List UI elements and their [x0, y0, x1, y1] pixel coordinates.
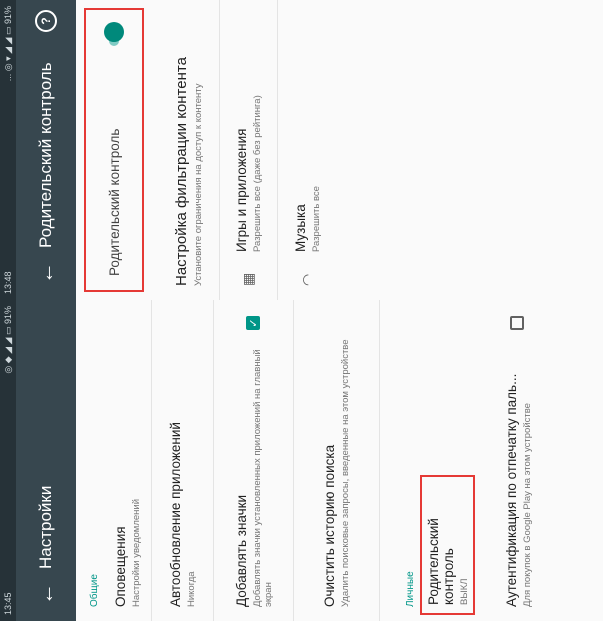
status-time: 13:45: [3, 592, 13, 615]
list-item-subtitle: ВЫКЛ: [458, 578, 470, 605]
content-filter-row[interactable]: Настройка фильтрации контента Установите…: [158, 0, 220, 300]
page-title: Родительский контроль: [36, 62, 55, 248]
list-item-subtitle: Для покупок в Google Play на этом устрой…: [521, 403, 533, 607]
parental-control-toggle-row[interactable]: Родительский контроль: [84, 8, 144, 292]
back-arrow-icon[interactable]: ←: [33, 256, 59, 290]
list-item-subtitle: Удалить поисковые запросы, введенные на …: [340, 339, 351, 607]
section-header-general: Общие: [89, 574, 100, 607]
android-icon: ▦: [240, 272, 256, 286]
settings-screen: 13:45 ◎ ◆ ◢ ◢ ▭ 91% ← Настройки Общие Оп…: [0, 300, 603, 621]
list-item-title: Настройка фильтрации контента: [173, 57, 190, 286]
parental-control-screen: 13:48 ... ◎ ▾ ◢ ◢ ▭ 91% ← Родительский к…: [0, 0, 603, 300]
list-item-title: Игры и приложения: [234, 128, 249, 252]
parental-control-row[interactable]: Родительский контроль ВЫКЛ: [420, 475, 475, 615]
list-item-subtitle: Настройки уведомлений: [131, 498, 142, 607]
clear-history-row[interactable]: Очистить историю поиска Удалить поисковы…: [294, 300, 380, 621]
list-item-title: Оповещения: [113, 526, 128, 607]
list-item-text: Музыка Разрешить все: [293, 186, 322, 252]
status-icons: ◎ ◆ ◢ ◢ ▭ 91%: [2, 306, 13, 374]
apps-games-row[interactable]: ▦ Игры и приложения Разрешить все (даже …: [220, 0, 278, 300]
back-arrow-icon[interactable]: ←: [33, 577, 59, 611]
status-bar: 13:48 ... ◎ ▾ ◢ ◢ ▭ 91%: [0, 0, 16, 300]
list-item-title: Музыка: [292, 204, 308, 252]
list-item-text: Игры и приложения Разрешить все (даже бе…: [234, 95, 263, 252]
notifications-row[interactable]: Оповещения Настройки уведомлений: [104, 300, 152, 621]
music-row[interactable]: ◠ Музыка Разрешить все: [278, 0, 336, 300]
list-item-subtitle: Установите ограничения на доступ к конте…: [193, 83, 204, 286]
app-bar: ← Родительский контроль ?: [16, 0, 76, 300]
settings-list: Общие Оповещения Настройки уведомлений А…: [76, 300, 603, 621]
add-icons-checkbox[interactable]: ✓: [245, 316, 260, 330]
page-title: Настройки: [36, 485, 55, 569]
list-item-title: Родительский контроль: [425, 518, 456, 605]
app-bar: ← Настройки: [16, 300, 76, 621]
add-icons-row[interactable]: Добавлять значки Добавлять значки устано…: [214, 300, 294, 621]
list-item-title: Добавлять значки: [233, 494, 249, 607]
headphones-icon: ◠: [298, 273, 315, 286]
list-item-title: Очистить историю поиска: [322, 444, 337, 607]
section-header-personal: Личные: [405, 571, 416, 607]
list-item-subtitle: Добавлять значки установленных приложени…: [251, 349, 274, 607]
list-item-subtitle: Разрешить все: [310, 186, 322, 252]
parental-control-switch[interactable]: [104, 22, 124, 50]
list-item-title: Автообновление приложений: [168, 422, 183, 607]
fingerprint-auth-row[interactable]: Аутентификация по отпечатку паль... Для …: [483, 300, 553, 621]
auto-update-row[interactable]: Автообновление приложений Никогда: [152, 300, 214, 621]
list-item-subtitle: Разрешить все (даже без рейтинга): [252, 95, 263, 252]
list-item-title: Аутентификация по отпечатку паль...: [503, 373, 519, 607]
fingerprint-checkbox[interactable]: [510, 316, 524, 330]
status-icons: ... ◎ ▾ ◢ ◢ ▭ 91%: [2, 6, 13, 82]
status-bar: 13:45 ◎ ◆ ◢ ◢ ▭ 91%: [0, 300, 16, 621]
switch-knob: [104, 22, 124, 42]
status-time: 13:48: [3, 271, 13, 294]
list-item-subtitle: Никогда: [186, 571, 197, 607]
settings-list: Родительский контроль Настройка фильтрац…: [76, 0, 603, 300]
help-icon[interactable]: ?: [35, 10, 57, 32]
